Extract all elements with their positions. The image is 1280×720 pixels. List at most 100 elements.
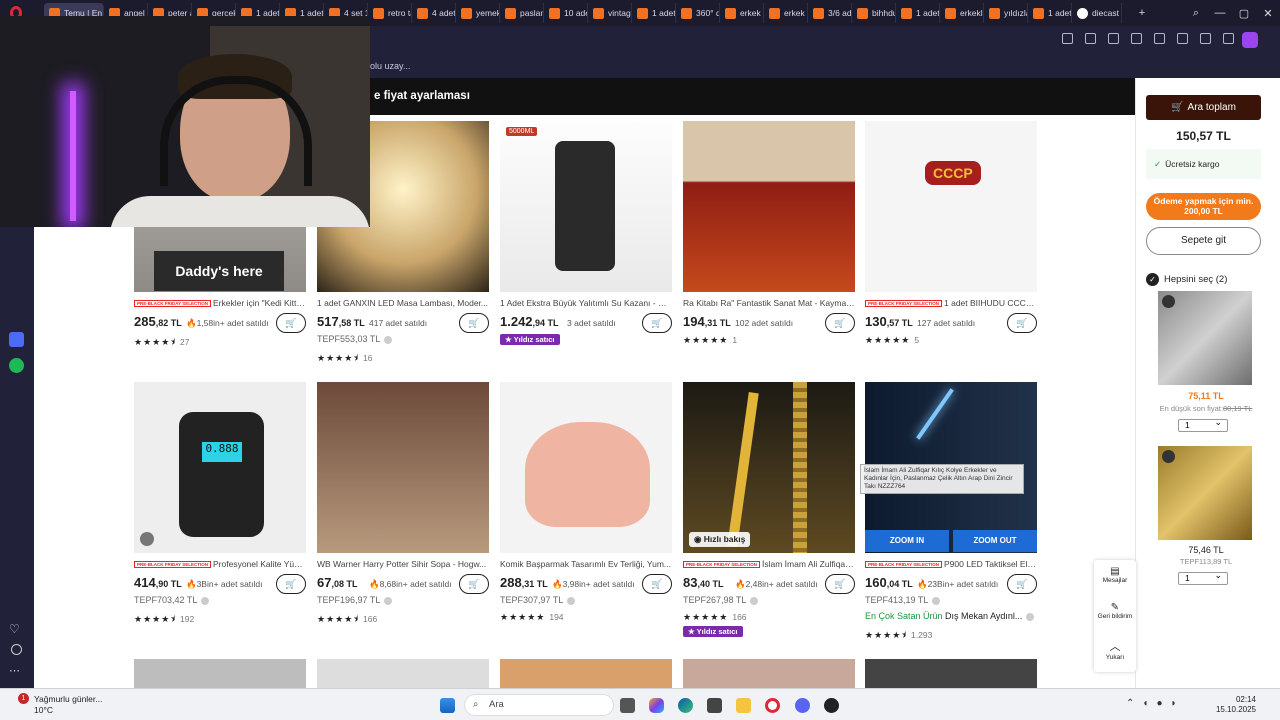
product-image-partial[interactable] — [865, 659, 1037, 688]
browser-tab[interactable]: 360° d — [676, 3, 720, 23]
cart-item-image[interactable] — [1158, 291, 1252, 385]
product-image-partial[interactable] — [683, 659, 855, 688]
browser-tab[interactable]: retro ta — [368, 3, 412, 23]
product-image[interactable]: 5000ML — [500, 121, 672, 292]
new-tab-button[interactable]: + — [1130, 7, 1154, 19]
go-to-cart-button[interactable]: Sepete git — [1146, 227, 1261, 255]
volume-icon[interactable]: ◗ — [1170, 698, 1184, 709]
edge-icon[interactable] — [678, 698, 693, 713]
browser-tab[interactable]: 4 adet — [412, 3, 456, 23]
opera-icon[interactable] — [765, 698, 780, 713]
product-title[interactable]: Komik Başparmak Tasarımlı Ev Terliği, Yu… — [500, 559, 672, 569]
product-image[interactable] — [317, 382, 489, 553]
product-title[interactable]: PRE-BLACK FRIDAY SELECTION P900 LED Takti… — [865, 559, 1037, 569]
product-title[interactable]: Ra Kitabı Ra" Fantastik Sanat Mat - Kaym… — [683, 298, 855, 308]
checkbox-icon[interactable] — [1162, 295, 1175, 308]
play-icon[interactable] — [1154, 33, 1165, 44]
add-to-cart-button[interactable]: 🛒 — [1007, 313, 1037, 333]
quick-view-button[interactable]: ◉ Hızlı bakış — [689, 532, 751, 547]
info-icon[interactable] — [384, 335, 393, 344]
add-to-cart-button[interactable]: 🛒 — [1007, 574, 1037, 594]
browser-tab[interactable]: yıldızla — [984, 3, 1028, 23]
add-to-cart-button[interactable]: 🛒 — [459, 313, 489, 333]
camera-icon[interactable] — [1085, 33, 1096, 44]
info-icon[interactable] — [750, 596, 759, 605]
browser-tab[interactable]: bihhdu — [852, 3, 896, 23]
browser-tab[interactable]: vintage — [588, 3, 632, 23]
system-clock[interactable]: 02:14 15.10.2025 — [1216, 695, 1256, 715]
more-icon[interactable]: ⋯ — [9, 664, 24, 679]
mic-icon[interactable]: ● — [1156, 698, 1170, 709]
browser-tab[interactable]: 1 adet — [896, 3, 940, 23]
search-tabs-icon[interactable]: ⌕ — [1184, 7, 1208, 20]
product-card[interactable]: CCCP PRE-BLACK FRIDAY SELECTION 1 adet BII… — [865, 121, 1037, 381]
store-icon[interactable] — [707, 698, 722, 713]
product-title[interactable]: 1 adet GANXIN LED Masa Lambası, Moder... — [317, 298, 489, 308]
explorer-icon[interactable] — [736, 698, 751, 713]
browser-tab[interactable]: diecast — [1072, 3, 1122, 23]
browser-tab[interactable]: 10 ade — [544, 3, 588, 23]
add-to-cart-button[interactable]: 🛒 — [276, 313, 306, 333]
checkbox-icon[interactable]: ✓ — [1146, 273, 1159, 286]
add-to-cart-button[interactable]: 🛒 — [459, 574, 489, 594]
product-card[interactable]: ZOOM IN ZOOM OUT PRE-BLACK FRIDAY SELECTIO… — [865, 382, 1037, 642]
video-play-icon[interactable] — [140, 532, 154, 546]
minimize-button[interactable]: — — [1208, 7, 1232, 19]
checkbox-icon[interactable] — [1162, 450, 1175, 463]
min-payment-button[interactable]: Ödeme yapmak için min. 200,00 TL — [1146, 193, 1261, 220]
extension-icon[interactable] — [1223, 33, 1234, 44]
zoom-in-button[interactable]: ZOOM IN — [865, 530, 949, 552]
browser-tab[interactable]: erkekle — [940, 3, 984, 23]
taskbar-search[interactable]: ⌕ Ara — [464, 694, 614, 716]
product-image-partial[interactable] — [500, 659, 672, 688]
browser-tab[interactable]: 3/6 ade — [808, 3, 852, 23]
product-title[interactable]: PRE-BLACK FRIDAY SELECTION 1 adet BIIHUDU… — [865, 298, 1037, 308]
quantity-select[interactable]: 1 — [1178, 570, 1228, 585]
weather-widget[interactable]: Yağmurlu günler... 10°C — [34, 694, 102, 716]
browser-tab[interactable]: erkek — [764, 3, 808, 23]
info-icon[interactable] — [201, 596, 210, 605]
profile-avatar[interactable] — [1242, 32, 1258, 48]
add-to-cart-button[interactable]: 🛒 — [642, 574, 672, 594]
info-icon[interactable] — [384, 596, 393, 605]
browser-tab[interactable]: paslanı — [500, 3, 544, 23]
product-card[interactable]: Komik Başparmak Tasarımlı Ev Terliği, Yu… — [500, 382, 672, 642]
speaker-icon[interactable]: ◖ — [1142, 698, 1156, 709]
quantity-select[interactable]: 1 — [1178, 417, 1228, 432]
browser-tab[interactable]: erkek j — [720, 3, 764, 23]
obs-icon[interactable] — [824, 698, 839, 713]
copilot-icon[interactable] — [649, 698, 664, 713]
select-all[interactable]: ✓ Hepsini seç (2) — [1146, 273, 1227, 286]
aria-icon[interactable] — [9, 332, 24, 347]
product-card[interactable]: ◉ Hızlı bakış PRE-BLACK FRIDAY SELECTION İ… — [683, 382, 855, 642]
product-title[interactable]: 1 Adet Ekstra Büyük Yalıtımlı Su Kazanı … — [500, 298, 672, 308]
add-to-cart-button[interactable]: 🛒 — [276, 574, 306, 594]
product-title[interactable]: PRE-BLACK FRIDAY SELECTION Erkekler için … — [134, 298, 306, 308]
browser-tab[interactable]: 1 adet — [632, 3, 676, 23]
product-image[interactable] — [683, 121, 855, 292]
product-card[interactable]: 0.888 PRE-BLACK FRIDAY SELECTION Profesyon… — [134, 382, 306, 642]
info-icon[interactable] — [1026, 612, 1035, 621]
product-title[interactable]: PRE-BLACK FRIDAY SELECTION Profesyonel Ka… — [134, 559, 306, 569]
product-image[interactable]: CCCP — [865, 121, 1037, 292]
zoom-out-button[interactable]: ZOOM OUT — [953, 530, 1037, 552]
cart-item-image[interactable] — [1158, 446, 1252, 540]
shield-icon[interactable] — [1108, 33, 1119, 44]
product-title[interactable]: PRE-BLACK FRIDAY SELECTION İslam İmam Ali… — [683, 559, 855, 569]
heart-icon[interactable]: ♡ — [9, 622, 24, 637]
chevron-up-icon[interactable]: ⌃ — [1126, 698, 1142, 709]
heart-icon[interactable] — [1177, 33, 1188, 44]
product-title[interactable]: WB Warner Harry Potter Sihir Sopa - Hogw… — [317, 559, 489, 569]
product-card[interactable]: 5000ML 1 Adet Ekstra Büyük Yalıtımlı Su K… — [500, 121, 672, 381]
product-image-partial[interactable] — [134, 659, 306, 688]
product-image[interactable]: 0.888 — [134, 382, 306, 553]
browser-tab[interactable]: yemek — [456, 3, 500, 23]
product-card[interactable]: WB Warner Harry Potter Sihir Sopa - Hogw… — [317, 382, 489, 642]
cube-icon[interactable] — [1131, 33, 1142, 44]
maximize-button[interactable]: ▢ — [1232, 7, 1256, 20]
spotify-icon[interactable] — [9, 358, 24, 373]
edit-icon[interactable] — [1062, 33, 1073, 44]
bookmark-item[interactable]: olu uzay... — [370, 61, 410, 71]
discord-icon[interactable] — [795, 698, 810, 713]
browser-tab[interactable]: 1 adet — [1028, 3, 1072, 23]
